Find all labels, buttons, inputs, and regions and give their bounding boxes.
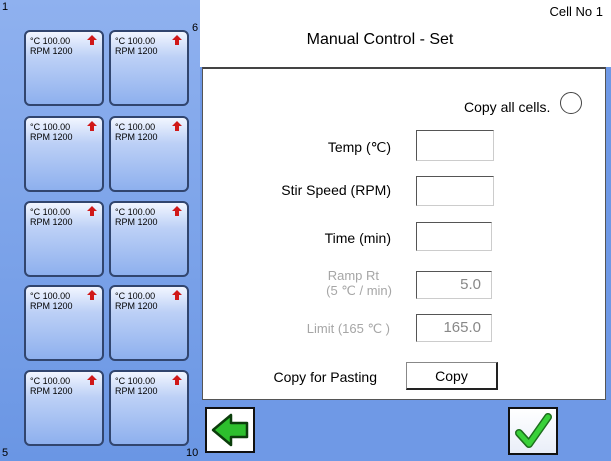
ramp-rate-input: 5.0 [416,271,492,299]
cell-temp: °C 100.00 [30,36,71,46]
cell-tile-1[interactable]: °C 100.00 RPM 1200 [24,30,104,106]
up-arrow-icon [87,290,97,300]
cell-tile-6[interactable]: °C 100.00 RPM 1200 [109,30,189,106]
corner-label-top-left: 1 [2,1,9,13]
cell-temp: °C 100.00 [30,207,71,217]
cell-rpm: RPM 1200 [115,46,158,56]
up-arrow-icon [172,206,182,216]
cell-temp: °C 100.00 [115,122,156,132]
time-input[interactable] [416,222,492,251]
cell-rpm: RPM 1200 [115,301,158,311]
page-title: Manual Control - Set [306,31,454,48]
cell-tile-8[interactable]: °C 100.00 RPM 1200 [109,201,189,277]
cell-rpm: RPM 1200 [30,386,73,396]
time-label: Time (min) [324,230,391,246]
cell-temp: °C 100.00 [30,122,71,132]
cell-rpm: RPM 1200 [115,132,158,142]
limit-label: Limit (165 ℃ ) [306,321,390,336]
back-button[interactable] [205,407,255,453]
checkmark-icon [515,413,552,448]
cell-number-label: Cell No 1 [549,4,603,19]
temp-input[interactable] [416,130,494,161]
stir-speed-label: Stir Speed (RPM) [281,182,391,198]
cell-rpm: RPM 1200 [30,301,73,311]
up-arrow-icon [87,35,97,45]
copy-button[interactable]: Copy [406,362,498,390]
cell-tile-4[interactable]: °C 100.00 RPM 1200 [24,285,104,361]
copy-all-cells-label: Copy all cells. [464,99,551,115]
cell-temp: °C 100.00 [115,376,156,386]
cell-temp: °C 100.00 [115,291,156,301]
cell-tile-2[interactable]: °C 100.00 RPM 1200 [24,116,104,192]
cell-tile-9[interactable]: °C 100.00 RPM 1200 [109,285,189,361]
up-arrow-icon [87,206,97,216]
header-bar: Manual Control - Set Cell No 1 [200,0,611,67]
up-arrow-icon [172,290,182,300]
cell-temp: °C 100.00 [30,291,71,301]
up-arrow-icon [172,121,182,131]
confirm-button[interactable] [508,407,558,455]
ramp-rate-label: Ramp Rt [327,268,379,283]
up-arrow-icon [87,121,97,131]
cell-rpm: RPM 1200 [30,217,73,227]
copy-for-pasting-label: Copy for Pasting [273,369,378,385]
corner-label-bottom-right: 10 [186,447,199,459]
settings-panel: Copy all cells. Temp (℃) Stir Speed (RPM… [202,67,606,400]
ramp-rate-unit-label: (5 ℃ / min) [326,283,392,298]
up-arrow-icon [172,35,182,45]
cell-rpm: RPM 1200 [115,217,158,227]
cell-temp: °C 100.00 [30,376,71,386]
corner-label-bottom-left: 5 [2,447,9,459]
copy-all-cells-radio[interactable] [560,92,582,114]
temp-label: Temp (℃) [327,139,391,155]
up-arrow-icon [172,375,182,385]
limit-input: 165.0 [416,314,492,342]
cell-rpm: RPM 1200 [30,132,73,142]
cell-temp: °C 100.00 [115,36,156,46]
cell-tile-3[interactable]: °C 100.00 RPM 1200 [24,201,104,277]
cell-rpm: RPM 1200 [115,386,158,396]
up-arrow-icon [87,375,97,385]
cell-temp: °C 100.00 [115,207,156,217]
corner-label-top-right: 6 [192,22,199,34]
cell-grid-panel: 1 6 5 10 °C 100.00 RPM 1200 °C 100.00 RP… [0,0,200,461]
cell-tile-10[interactable]: °C 100.00 RPM 1200 [109,370,189,446]
cell-rpm: RPM 1200 [30,46,73,56]
cell-tile-5[interactable]: °C 100.00 RPM 1200 [24,370,104,446]
stir-speed-input[interactable] [416,176,494,206]
back-arrow-icon [211,413,249,447]
cell-tile-7[interactable]: °C 100.00 RPM 1200 [109,116,189,192]
